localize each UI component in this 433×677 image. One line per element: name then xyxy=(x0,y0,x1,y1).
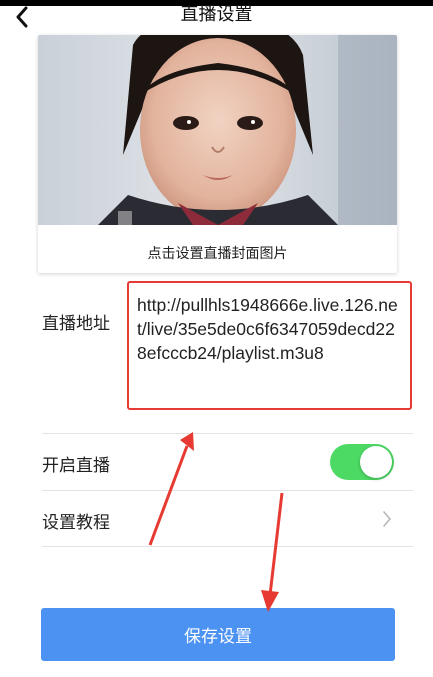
top-nav-bar: 直播设置 xyxy=(0,6,433,36)
stream-address-label: 直播地址 xyxy=(42,314,110,334)
cover-photo xyxy=(38,35,397,225)
tutorial-label: 设置教程 xyxy=(42,513,110,533)
page-title: 直播设置 xyxy=(180,4,253,25)
live-toggle-label: 开启直播 xyxy=(42,456,110,476)
divider xyxy=(42,546,413,547)
live-toggle-row: 开启直播 xyxy=(0,434,433,490)
cover-caption: 点击设置直播封面图片 xyxy=(147,246,288,262)
cover-image-card[interactable]: 点击设置直播封面图片 xyxy=(38,35,397,273)
live-toggle-switch[interactable] xyxy=(330,444,394,480)
tutorial-row[interactable]: 设置教程 xyxy=(0,491,433,547)
save-settings-button[interactable]: 保存设置 xyxy=(41,608,395,661)
toggle-knob xyxy=(360,446,392,478)
chevron-right-icon xyxy=(383,511,391,527)
annotation-highlight-box xyxy=(127,281,412,410)
